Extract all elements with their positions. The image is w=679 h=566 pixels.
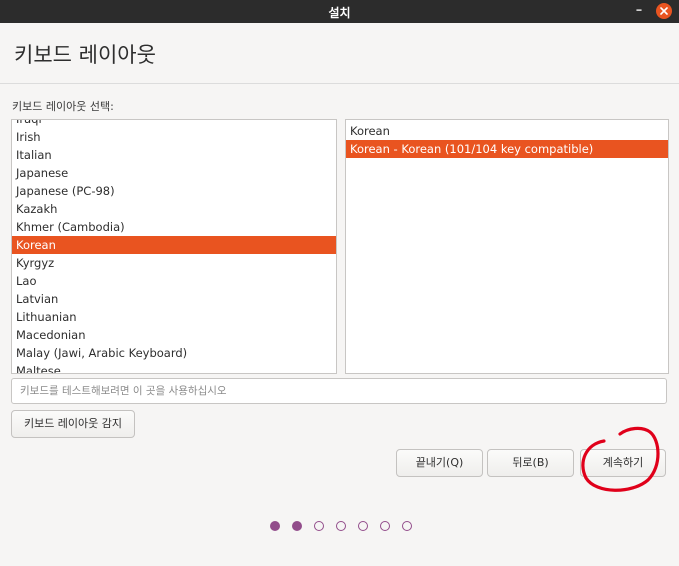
- layout-list-item[interactable]: Iraqi: [12, 120, 336, 128]
- layout-list-item[interactable]: Maltese: [12, 362, 336, 373]
- close-icon: [660, 7, 668, 15]
- progress-dot: [270, 521, 280, 531]
- layout-list-item[interactable]: Latvian: [12, 290, 336, 308]
- close-button[interactable]: [656, 3, 672, 19]
- quit-button[interactable]: 끝내기(Q): [396, 449, 483, 477]
- progress-dot: [292, 521, 302, 531]
- detect-layout-button[interactable]: 키보드 레이아웃 감지: [11, 410, 135, 438]
- progress-dot: [358, 521, 368, 531]
- minimize-button[interactable]: –: [632, 0, 646, 23]
- layout-list[interactable]: Iraqi Irish Italian Japanese Japanese (PC-98…: [11, 119, 337, 374]
- progress-dot: [314, 521, 324, 531]
- layout-list-item[interactable]: Japanese (PC-98): [12, 182, 336, 200]
- progress-dot: [380, 521, 390, 531]
- progress-dot: [402, 521, 412, 531]
- variant-list-item[interactable]: Korean: [346, 122, 668, 140]
- layout-list-item[interactable]: Korean: [12, 236, 336, 254]
- back-button[interactable]: 뒤로(B): [487, 449, 574, 477]
- layout-list-item[interactable]: Lao: [12, 272, 336, 290]
- layout-list-item[interactable]: Kazakh: [12, 200, 336, 218]
- layout-list-item[interactable]: Khmer (Cambodia): [12, 218, 336, 236]
- layout-list-item[interactable]: Irish: [12, 128, 336, 146]
- page-header: 키보드 레이아웃: [0, 23, 679, 84]
- continue-button[interactable]: 계속하기: [580, 449, 666, 477]
- variant-list-item[interactable]: Korean - Korean (101/104 key compatible): [346, 140, 668, 158]
- window-title: 설치: [328, 6, 351, 20]
- keyboard-test-input[interactable]: [11, 378, 667, 404]
- page-title: 키보드 레이아웃: [14, 43, 156, 67]
- window-titlebar: 설치 –: [0, 0, 679, 23]
- layout-select-label: 키보드 레이아웃 선택:: [12, 100, 114, 113]
- layout-list-item[interactable]: Italian: [12, 146, 336, 164]
- progress-dot: [336, 521, 346, 531]
- layout-list-item[interactable]: Japanese: [12, 164, 336, 182]
- layout-list-item[interactable]: Kyrgyz: [12, 254, 336, 272]
- layout-list-item[interactable]: Lithuanian: [12, 308, 336, 326]
- layout-list-item[interactable]: Malay (Jawi, Arabic Keyboard): [12, 344, 336, 362]
- layout-list-item[interactable]: Macedonian: [12, 326, 336, 344]
- variant-list[interactable]: Korean Korean - Korean (101/104 key compa…: [345, 119, 669, 374]
